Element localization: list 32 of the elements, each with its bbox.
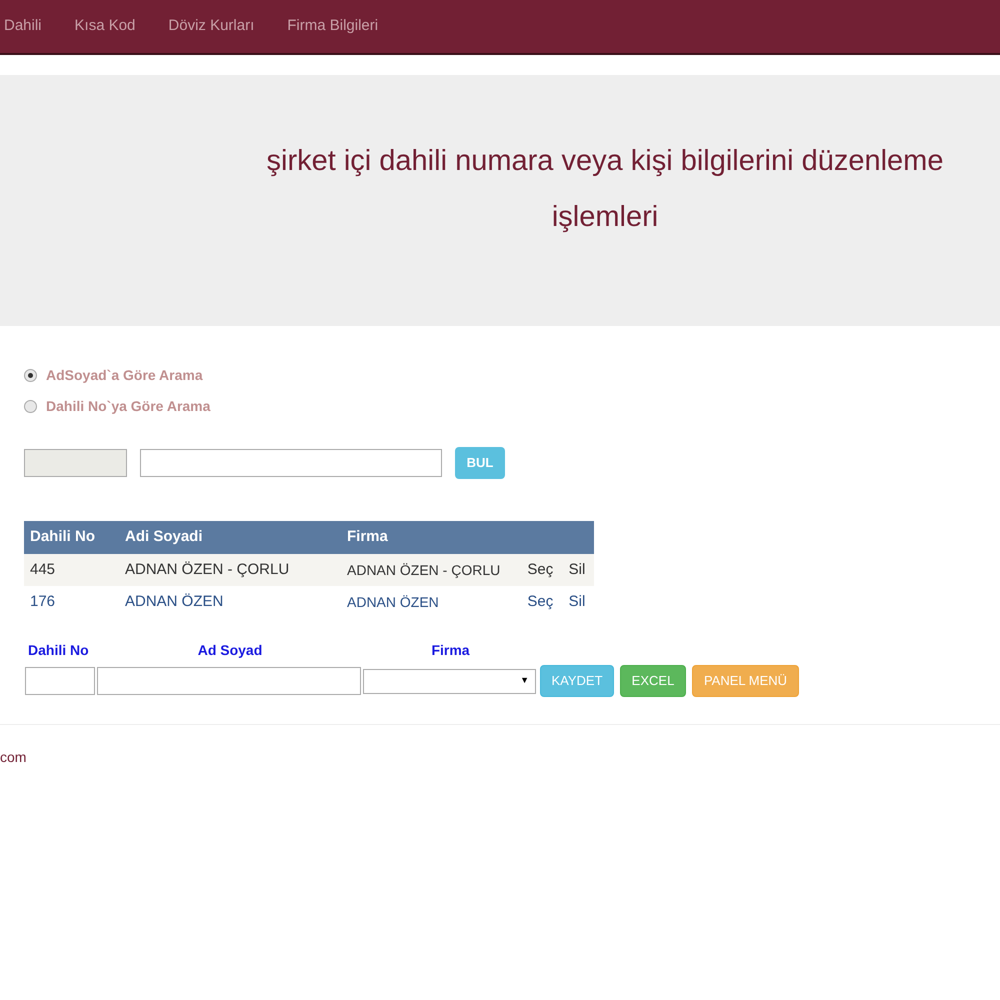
nav-link[interactable]: Firma Bilgileri [287,15,378,38]
table-cell: ADNAN ÖZEN - ÇORLU [341,554,522,586]
row-action-link[interactable]: Sil [568,592,586,610]
input-field[interactable] [97,667,361,695]
table-cell: 176 [24,586,119,618]
column-header: Firma [341,521,594,554]
field-label: Ad Soyad [198,642,262,658]
dropdown[interactable]: ▼ [363,668,536,694]
field-label: Firma [431,642,470,658]
footer-text: com [0,749,26,765]
radio-option[interactable]: AdSoyad`a Göre Arama [24,360,1000,391]
field-label: Dahili No [28,642,89,658]
excel-button[interactable]: EXCEL [620,665,686,697]
table-cell: 445 [24,554,119,586]
input-field[interactable] [24,449,127,477]
row-action-link[interactable]: Seç [527,592,554,610]
hero-title: şirket içi dahili numara veya kişi bilgilerini düzenleme işlemleri [266,144,944,234]
nav-link[interactable]: Dahili [4,15,42,38]
radio-option[interactable]: Dahili No`ya Göre Arama [24,391,1000,422]
radio-button[interactable] [24,400,37,413]
table-cell: ADNAN ÖZEN [341,586,522,618]
row-action-link[interactable]: Seç [527,560,554,578]
row-action-link[interactable]: Sil [568,560,586,578]
column-header: Adi Soyadi [119,521,341,554]
table-cell: ADNAN ÖZEN - ÇORLU [119,554,341,586]
table-cell: ADNAN ÖZEN [119,586,341,618]
search-field[interactable] [140,449,442,477]
nav-link[interactable]: Kısa Kod [74,15,136,38]
nav-link[interactable]: Döviz Kurları [168,15,254,38]
column-header: Dahili No [24,521,119,554]
radio-button[interactable] [24,369,37,382]
input-field[interactable] [25,667,95,695]
